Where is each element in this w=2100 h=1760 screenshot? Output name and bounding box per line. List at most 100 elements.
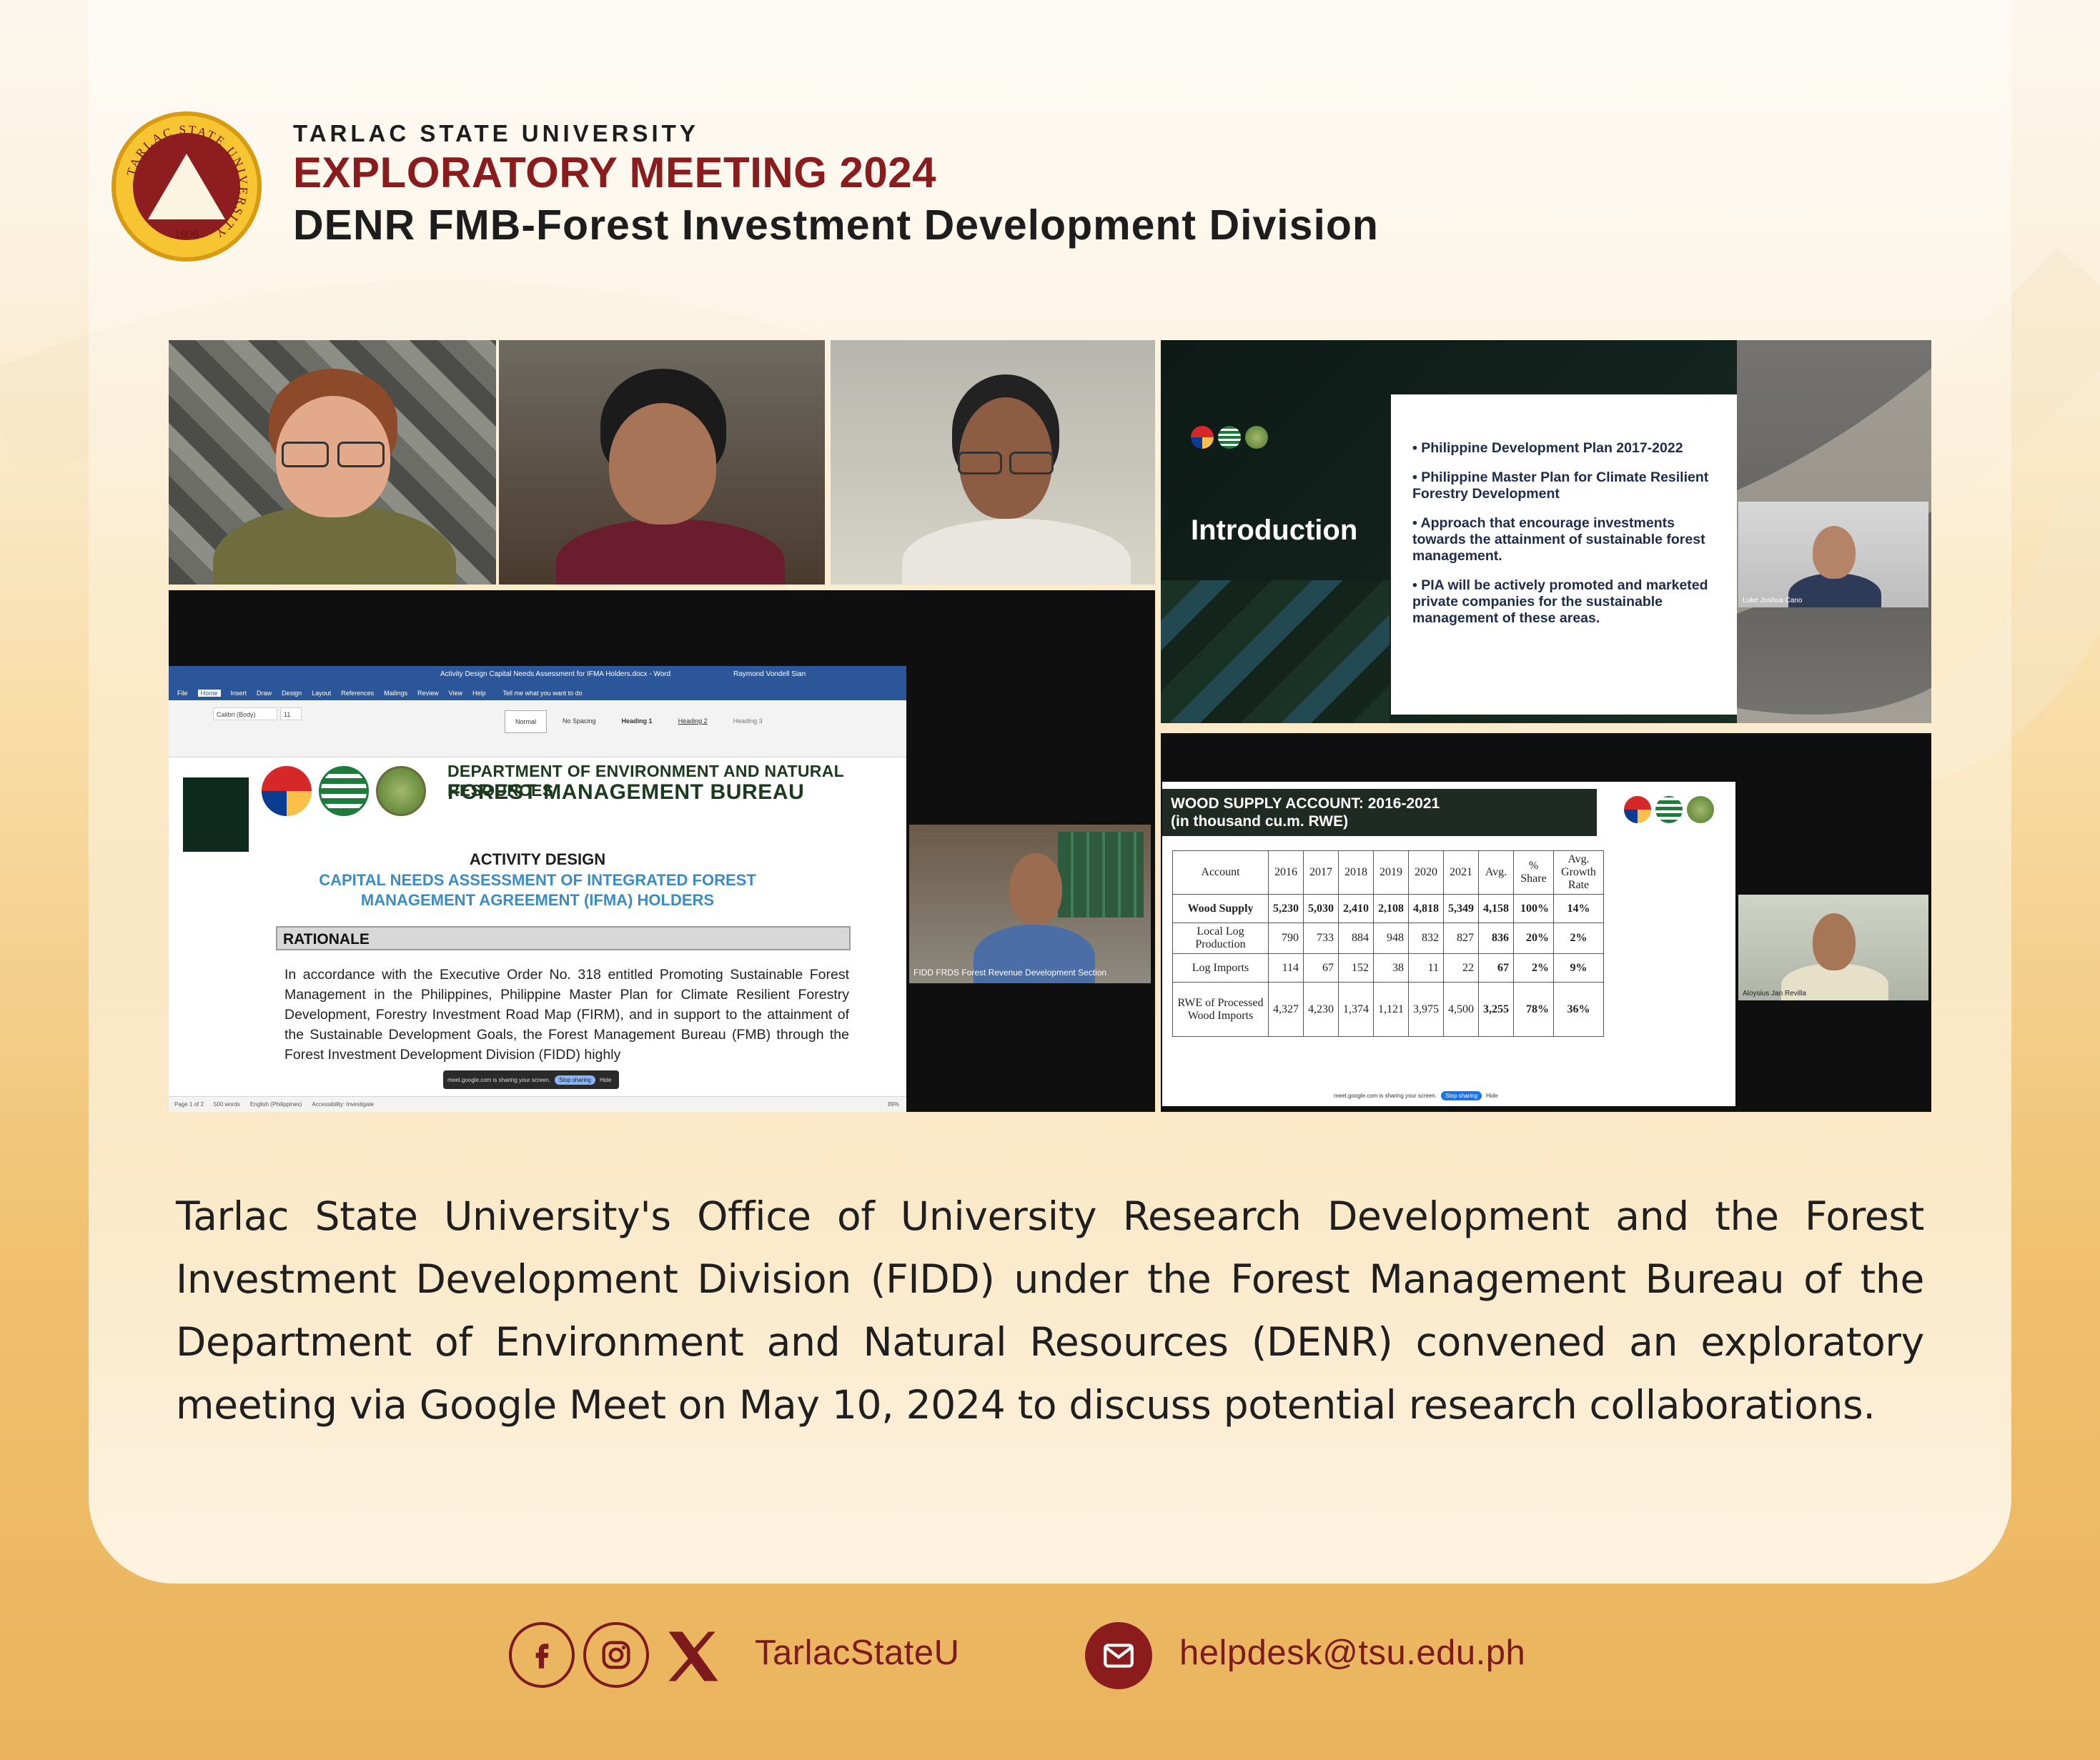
table-row: Log Imports 114 67 152 38 11 22 67 2% 9%: [1172, 953, 1604, 983]
tab-insert[interactable]: Insert: [231, 690, 247, 697]
table-header: Avg.: [1478, 850, 1514, 895]
table-cell: 67: [1303, 953, 1339, 983]
table-cell: Wood Supply: [1172, 894, 1269, 923]
table-header: Avg. Growth Rate: [1553, 850, 1604, 895]
tab-home[interactable]: Home: [197, 690, 221, 697]
table-cell: 2,108: [1373, 894, 1409, 923]
word-document-window: Activity Design Capital Needs Assessment…: [169, 666, 906, 1112]
table-cell: 5,030: [1303, 894, 1339, 923]
table-header: 2017: [1303, 850, 1339, 895]
table-cell: 152: [1338, 953, 1374, 983]
word-document-body[interactable]: DEPARTMENT OF ENVIRONMENT AND NATURAL RE…: [169, 757, 906, 1093]
screen-share-banner: meet.google.com is sharing your screen. …: [443, 1070, 619, 1089]
table-row: RWE of Processed Wood Imports 4,327 4,23…: [1172, 982, 1604, 1037]
participant-tile-aloysius: Aloysius Jan Revilla: [1738, 895, 1928, 1000]
wood-slide-title: WOOD SUPPLY ACCOUNT: 2016-2021 (in thous…: [1162, 789, 1597, 836]
fmb-logo-icon: [1245, 426, 1268, 449]
slide-bullet: • Philippine Development Plan 2017-2022: [1412, 440, 1683, 456]
bagong-pilipinas-logo-icon: [262, 766, 312, 816]
table-cell: 100%: [1513, 894, 1554, 923]
table-cell: 38: [1373, 953, 1409, 983]
wood-title-line-2: (in thousand cu.m. RWE): [1171, 813, 1349, 830]
status-accessibility[interactable]: Accessibility: Investigate: [312, 1101, 374, 1108]
style-normal[interactable]: Normal: [505, 710, 548, 733]
word-status-bar: Page 1 of 2 500 words English (Philippin…: [169, 1096, 906, 1112]
wood-supply-slide: WOOD SUPPLY ACCOUNT: 2016-2021 (in thous…: [1162, 782, 1735, 1106]
helpdesk-email[interactable]: helpdesk@tsu.edu.ph: [1179, 1633, 1525, 1673]
status-zoom[interactable]: 89%: [888, 1101, 899, 1108]
table-cell: 1,374: [1338, 982, 1374, 1037]
stop-sharing-button[interactable]: Stop sharing: [1441, 1091, 1482, 1100]
word-window-title: Activity Design Capital Needs Assessment…: [440, 670, 671, 678]
table-cell: 114: [1268, 953, 1304, 983]
font-size-field[interactable]: 11: [280, 707, 302, 720]
bagong-pilipinas-logo-icon: [1191, 426, 1214, 449]
mail-icon[interactable]: [1085, 1622, 1152, 1689]
doc-body-text: In accordance with the Executive Order N…: [284, 967, 849, 1063]
event-description: Tarlac State University's Office of Univ…: [176, 1193, 1924, 1428]
stop-sharing-button[interactable]: Stop sharing: [555, 1075, 595, 1085]
table-cell: 9%: [1553, 953, 1604, 983]
tab-review[interactable]: Review: [417, 690, 439, 697]
tab-design[interactable]: Design: [282, 690, 302, 697]
table-cell: RWE of Processed Wood Imports: [1172, 982, 1269, 1037]
styles-gallery[interactable]: Normal No Spacing Heading 1 Heading 2 He…: [505, 710, 773, 733]
instagram-glyph-icon: [602, 1641, 630, 1669]
participant-tile-3: [831, 340, 1155, 585]
university-seal: TARLAC STATE UNIVERSITY 1906: [112, 111, 262, 262]
table-header: % Share: [1513, 850, 1554, 895]
tab-help[interactable]: Help: [472, 690, 486, 697]
tab-mailings[interactable]: Mailings: [384, 690, 407, 697]
slide-bullet: • Philippine Master Plan for Climate Res…: [1412, 469, 1709, 502]
table-header: 2016: [1268, 850, 1304, 895]
table-header: 2019: [1373, 850, 1409, 895]
seal-triangle-icon: [148, 154, 225, 219]
table-cell: 4,818: [1408, 894, 1444, 923]
tab-view[interactable]: View: [449, 690, 462, 697]
doc-title: CAPITAL NEEDS ASSESSMENT OF INTEGRATED F…: [319, 871, 756, 909]
social-handle[interactable]: TarlacStateU: [755, 1633, 960, 1673]
share-notice: meet.google.com is sharing your screen.: [1334, 1093, 1437, 1099]
search-hint[interactable]: Tell me what you want to do: [503, 690, 583, 697]
table-cell: 4,158: [1478, 894, 1514, 923]
table-cell: 20%: [1513, 923, 1554, 954]
table-cell: 827: [1443, 923, 1479, 954]
shelf-background: [1058, 832, 1144, 918]
table-cell: 11: [1408, 953, 1444, 983]
doc-org-line-2: FOREST MANAGEMENT BUREAU: [447, 780, 805, 804]
presenter-name-label: FIDD FRDS Forest Revenue Development Sec…: [913, 968, 1107, 978]
header-subtitle: DENR FMB-Forest Investment Development D…: [293, 202, 1379, 249]
style-heading-2[interactable]: Heading 2: [668, 710, 718, 733]
tab-file[interactable]: File: [177, 690, 188, 697]
style-no-spacing[interactable]: No Spacing: [553, 710, 606, 733]
instagram-icon[interactable]: [583, 1622, 649, 1688]
table-cell: 948: [1373, 923, 1409, 954]
font-name-field[interactable]: Calibri (Body): [213, 707, 277, 720]
style-heading-3[interactable]: Heading 3: [723, 710, 773, 733]
tab-references[interactable]: References: [341, 690, 374, 697]
facebook-icon[interactable]: [509, 1622, 575, 1688]
x-icon[interactable]: [659, 1624, 728, 1689]
participant-tile-1: [169, 340, 496, 585]
table-cell: 832: [1408, 923, 1444, 954]
word-user-name: Raymond Vondell Sian: [733, 670, 806, 678]
hide-button[interactable]: Hide: [600, 1077, 611, 1083]
table-cell: 78%: [1513, 982, 1554, 1037]
hide-button[interactable]: Hide: [1486, 1093, 1497, 1099]
word-ribbon-tabs[interactable]: File Home Insert Draw Design Layout Refe…: [169, 686, 906, 700]
table-cell: 5,349: [1443, 894, 1479, 923]
dark-sidebar-block: [183, 777, 249, 852]
table-cell: 4,327: [1268, 982, 1304, 1037]
tab-draw[interactable]: Draw: [257, 690, 272, 697]
slide-bullet: • Approach that encourage investments to…: [1412, 515, 1705, 564]
table-row: Wood Supply 5,230 5,030 2,410 2,108 4,81…: [1172, 894, 1604, 923]
style-heading-1[interactable]: Heading 1: [612, 710, 663, 733]
status-page: Page 1 of 2: [174, 1101, 204, 1108]
x-glyph-icon: [668, 1631, 718, 1681]
table-cell: Log Imports: [1172, 953, 1269, 983]
denr-logo-icon: [1655, 796, 1683, 823]
table-cell: 14%: [1553, 894, 1604, 923]
participant-tile-luke: Luke Joshua Cano: [1738, 502, 1928, 607]
tab-layout[interactable]: Layout: [312, 690, 331, 697]
logo-row: [262, 766, 426, 816]
